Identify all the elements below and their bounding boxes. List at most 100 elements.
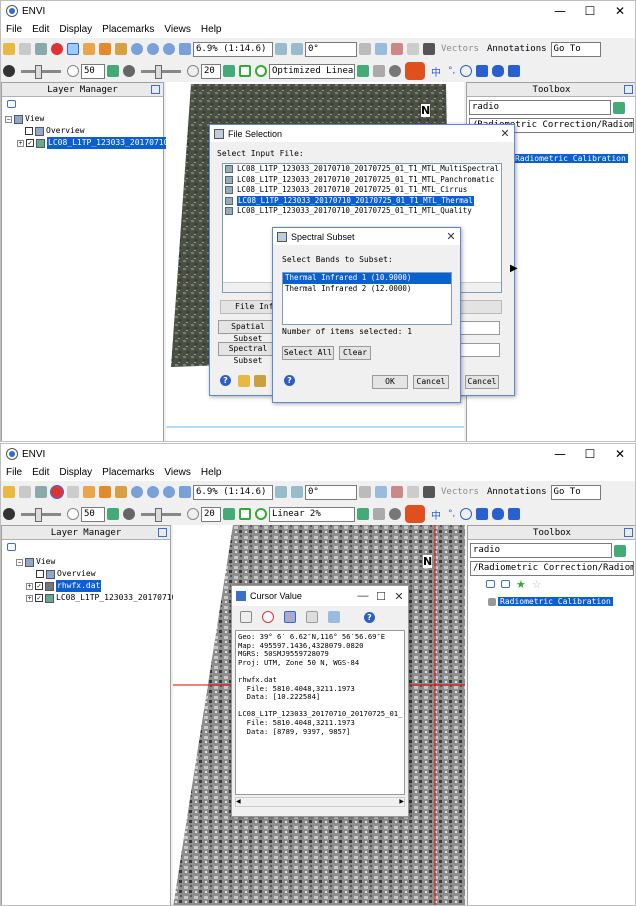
menu-views[interactable]: Views — [159, 467, 196, 478]
sogou-ime-icon[interactable] — [405, 505, 425, 523]
fly-icon[interactable] — [99, 43, 111, 55]
expand-icon[interactable]: + — [26, 582, 33, 590]
expand-icon[interactable]: + — [17, 139, 24, 147]
transparency-icon[interactable] — [389, 508, 401, 520]
brightness-field[interactable]: 50 — [81, 63, 105, 79]
refresh-icon[interactable] — [357, 508, 369, 520]
ime-chinese-label[interactable]: 中 — [431, 64, 441, 79]
menu-views[interactable]: Views — [159, 24, 196, 35]
refresh-icon[interactable] — [614, 544, 626, 557]
brightness-slider[interactable] — [21, 507, 61, 522]
zoom-dropdown[interactable]: 6.9% (1:14.6) — [193, 41, 273, 57]
copy-icon[interactable] — [240, 611, 252, 623]
star-outline-icon[interactable]: ☆ — [532, 579, 542, 590]
options-icon[interactable] — [254, 375, 266, 387]
menu-edit[interactable]: Edit — [27, 24, 54, 35]
spectral-cancel-button[interactable]: Cancel — [413, 375, 449, 389]
band-icon[interactable] — [284, 611, 296, 623]
layer-checkbox[interactable]: ✓ — [26, 139, 34, 147]
zoom-in-icon[interactable] — [147, 43, 159, 55]
crosshair-icon[interactable] — [262, 611, 274, 623]
menu-display[interactable]: Display — [54, 467, 97, 478]
file-list-item[interactable]: LC08_L1TP_123033_20170710_20170725_01_T1… — [223, 206, 501, 217]
zoom-fit-icon[interactable] — [179, 43, 191, 55]
ime-chinese-label[interactable]: 中 — [431, 507, 441, 522]
file-list-item[interactable]: LC08_L1TP_123033_20170710_20170725_01_T1… — [223, 164, 501, 175]
stats-icon[interactable] — [407, 486, 419, 498]
reset-contrast-icon[interactable] — [223, 508, 235, 520]
tree-layer-node[interactable]: + ✓ rhwfx.dat — [16, 580, 170, 592]
menu-file[interactable]: File — [1, 24, 27, 35]
collapse-icon[interactable] — [7, 543, 16, 551]
clear-button[interactable]: Clear — [339, 346, 371, 360]
file-selection-cancel-button[interactable]: Cancel — [465, 375, 499, 389]
ok-button[interactable]: OK — [372, 375, 408, 389]
help-icon[interactable]: ? — [364, 611, 375, 623]
minimize-button[interactable]: — — [545, 4, 575, 18]
stretch-frame-icon[interactable] — [239, 508, 251, 520]
reset-contrast-icon[interactable] — [223, 65, 235, 77]
layer-checkbox[interactable]: ✓ — [35, 594, 43, 602]
menu-placemarks[interactable]: Placemarks — [97, 467, 159, 478]
emoji-icon[interactable] — [460, 65, 473, 77]
pin-icon[interactable] — [158, 528, 167, 537]
goto-field[interactable]: Go To — [550, 41, 601, 57]
keyboard-icon[interactable] — [423, 43, 435, 55]
expand-icon[interactable]: − — [5, 115, 12, 123]
toolbox-search-input[interactable]: radio — [470, 543, 612, 558]
placemark-icon[interactable] — [51, 43, 63, 55]
stretch-dropdown[interactable]: Optimized Linear — [269, 63, 355, 79]
zoom-fit-icon[interactable] — [179, 486, 191, 498]
data-manager-icon[interactable] — [19, 486, 31, 498]
transparency-icon[interactable] — [389, 65, 401, 77]
crosshair-icon[interactable] — [359, 43, 371, 55]
sharpen-icon[interactable] — [373, 65, 385, 77]
zoom-out-icon[interactable] — [163, 486, 175, 498]
select-arrow-icon[interactable] — [67, 43, 79, 55]
brightness-slider[interactable] — [21, 64, 61, 79]
rotate-right-icon[interactable] — [291, 486, 303, 498]
keyboard-icon[interactable] — [423, 486, 435, 498]
toolbox-search-input[interactable]: radio — [469, 100, 611, 115]
zoom-icon[interactable] — [131, 486, 143, 498]
contrast-field[interactable]: 20 — [201, 506, 221, 522]
ime-punct-label[interactable]: °, — [448, 509, 455, 519]
scroll-right-icon[interactable]: ▶ — [399, 798, 404, 806]
sogou-ime-icon[interactable] — [405, 62, 425, 80]
tree-overview-node[interactable]: Overview — [5, 125, 163, 137]
sharpen-icon[interactable] — [373, 508, 385, 520]
zoom-in-icon[interactable] — [147, 486, 159, 498]
measure-icon[interactable] — [391, 486, 403, 498]
annotations-menu[interactable]: Annotations — [487, 44, 547, 54]
open-folder-icon[interactable] — [3, 486, 15, 498]
rotate-left-icon[interactable] — [275, 43, 287, 55]
open-folder-icon[interactable] — [3, 43, 15, 55]
pin-icon[interactable] — [151, 85, 160, 94]
rotate-icon[interactable] — [115, 43, 127, 55]
tree-view-node[interactable]: − View — [5, 113, 163, 125]
pan-hand-icon[interactable] — [83, 486, 95, 498]
brightness-field[interactable]: 50 — [81, 506, 105, 522]
stretch-center-icon[interactable] — [255, 508, 267, 520]
overview-checkbox[interactable] — [36, 570, 44, 578]
collapse-icon[interactable] — [486, 580, 495, 588]
band-list-item[interactable]: Thermal Infrared 2 (12.0000) — [283, 284, 451, 295]
maximize-button[interactable]: ☐ — [575, 447, 605, 461]
stretch-dropdown[interactable]: Linear 2% — [269, 506, 355, 522]
rotate-right-icon[interactable] — [291, 43, 303, 55]
reset-icon[interactable] — [107, 508, 119, 520]
cursor-value-icon[interactable] — [375, 486, 387, 498]
select-arrow-icon[interactable] — [67, 486, 79, 498]
stretch-frame-icon[interactable] — [239, 65, 251, 77]
reset-icon[interactable] — [107, 65, 119, 77]
menu-file[interactable]: File — [1, 467, 27, 478]
pin-icon[interactable] — [624, 85, 633, 94]
file-list-item[interactable]: LC08_L1TP_123033_20170710_20170725_01_T1… — [223, 185, 501, 196]
tree-layer-node[interactable]: + ✓ LC08_L1TP_123033_20170710_ — [16, 592, 181, 604]
spectral-subset-button[interactable]: Spectral Subset — [218, 342, 278, 365]
menu-help[interactable]: Help — [196, 467, 227, 478]
close-button[interactable]: ✕ — [605, 447, 635, 461]
fly-icon[interactable] — [99, 486, 111, 498]
band-list[interactable]: Thermal Infrared 1 (10.9000) Thermal Inf… — [282, 272, 452, 325]
close-button[interactable]: ✕ — [605, 4, 635, 18]
